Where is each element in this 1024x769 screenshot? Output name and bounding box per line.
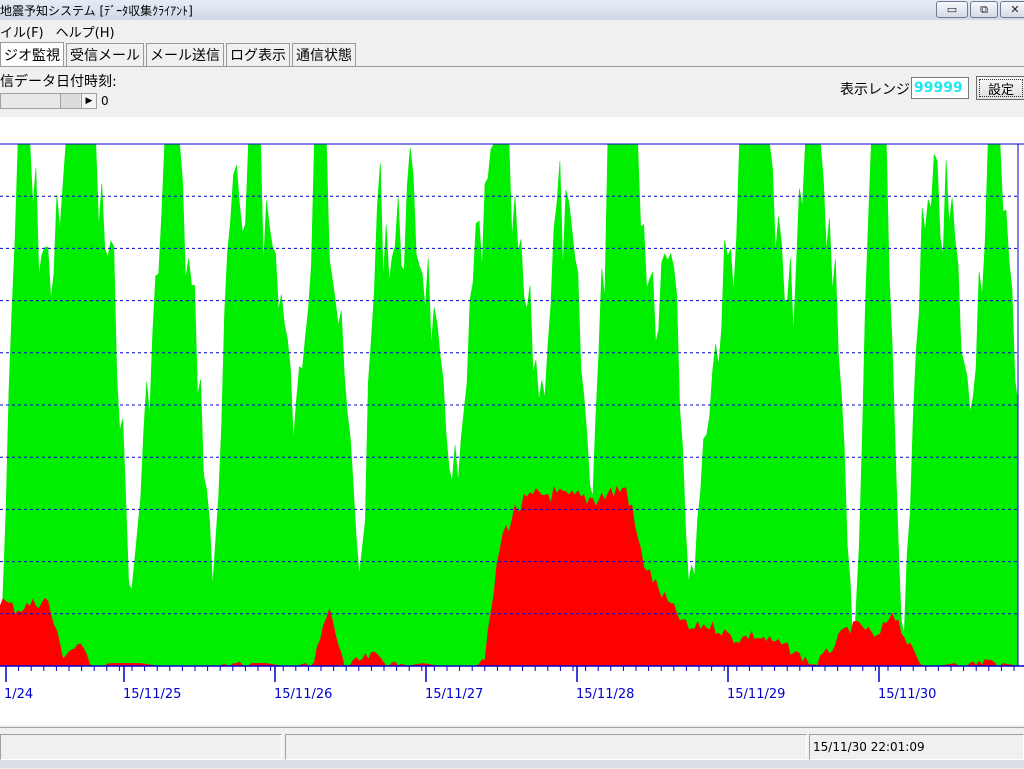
x-tick-label: 15/11/25 <box>123 687 181 702</box>
range-input[interactable] <box>911 77 969 99</box>
status-datetime: 15/11/30 22:01:09 <box>809 734 1024 760</box>
date-scrollbar[interactable]: ▶ <box>0 93 97 109</box>
window-title: 地震予知システム [ﾃﾞｰﾀ収集ｸﾗｲｱﾝﾄ] <box>0 4 193 18</box>
menu-bar: イル(F) ヘルプ(H) <box>0 20 1024 42</box>
menu-help[interactable]: ヘルプ(H) <box>56 22 121 41</box>
status-panel-2 <box>285 734 807 760</box>
geo-chart: 1/24 15/11/25 15/11/26 15/11/27 15/11/28 15/1… <box>0 117 1024 725</box>
minimize-icon: ▭ <box>946 3 958 16</box>
scroll-value: 0 <box>101 94 109 108</box>
range-label: 表示レンジ: <box>840 82 915 98</box>
tab-strip: ジオ監視 受信メール メール送信 ログ表示 通信状態 <box>0 42 1024 67</box>
close-icon: ✕ <box>1010 3 1020 16</box>
close-button[interactable]: ✕ <box>1000 1 1024 18</box>
maximize-icon: ⧉ <box>980 2 988 16</box>
title-bar: 地震予知システム [ﾃﾞｰﾀ収集ｸﾗｲｱﾝﾄ] ▭ ⧉ ✕ <box>0 0 1024 20</box>
x-tick-label: 15/11/30 <box>878 687 936 702</box>
tab-log-view[interactable]: ログ表示 <box>226 43 290 66</box>
maximize-button[interactable]: ⧉ <box>970 1 998 18</box>
x-tick-label: 15/11/28 <box>576 687 634 702</box>
scrollbar-thumb[interactable] <box>60 94 80 108</box>
menu-file[interactable]: イル(F) <box>0 22 50 41</box>
x-tick-label: 15/11/27 <box>425 687 483 702</box>
minimize-button[interactable]: ▭ <box>936 1 968 18</box>
tab-geo-monitor[interactable]: ジオ監視 <box>0 42 64 66</box>
tab-comm-status[interactable]: 通信状態 <box>292 43 356 66</box>
set-button[interactable]: 設定 <box>976 76 1024 100</box>
x-tick-label: 15/11/26 <box>274 687 332 702</box>
tab-received-mail[interactable]: 受信メール <box>66 43 144 66</box>
x-tick-label: 1/24 <box>4 687 33 702</box>
x-tick-label: 15/11/29 <box>727 687 785 702</box>
scroll-right-icon[interactable]: ▶ <box>81 94 96 108</box>
status-panel-1 <box>0 734 282 760</box>
data-datetime-label: 信データ日付時刻: <box>0 74 117 90</box>
tab-send-mail[interactable]: メール送信 <box>146 43 224 66</box>
chart-svg: 1/24 15/11/25 15/11/26 15/11/27 15/11/28 15/1… <box>0 143 1024 702</box>
taskbar-strip <box>0 760 1024 768</box>
